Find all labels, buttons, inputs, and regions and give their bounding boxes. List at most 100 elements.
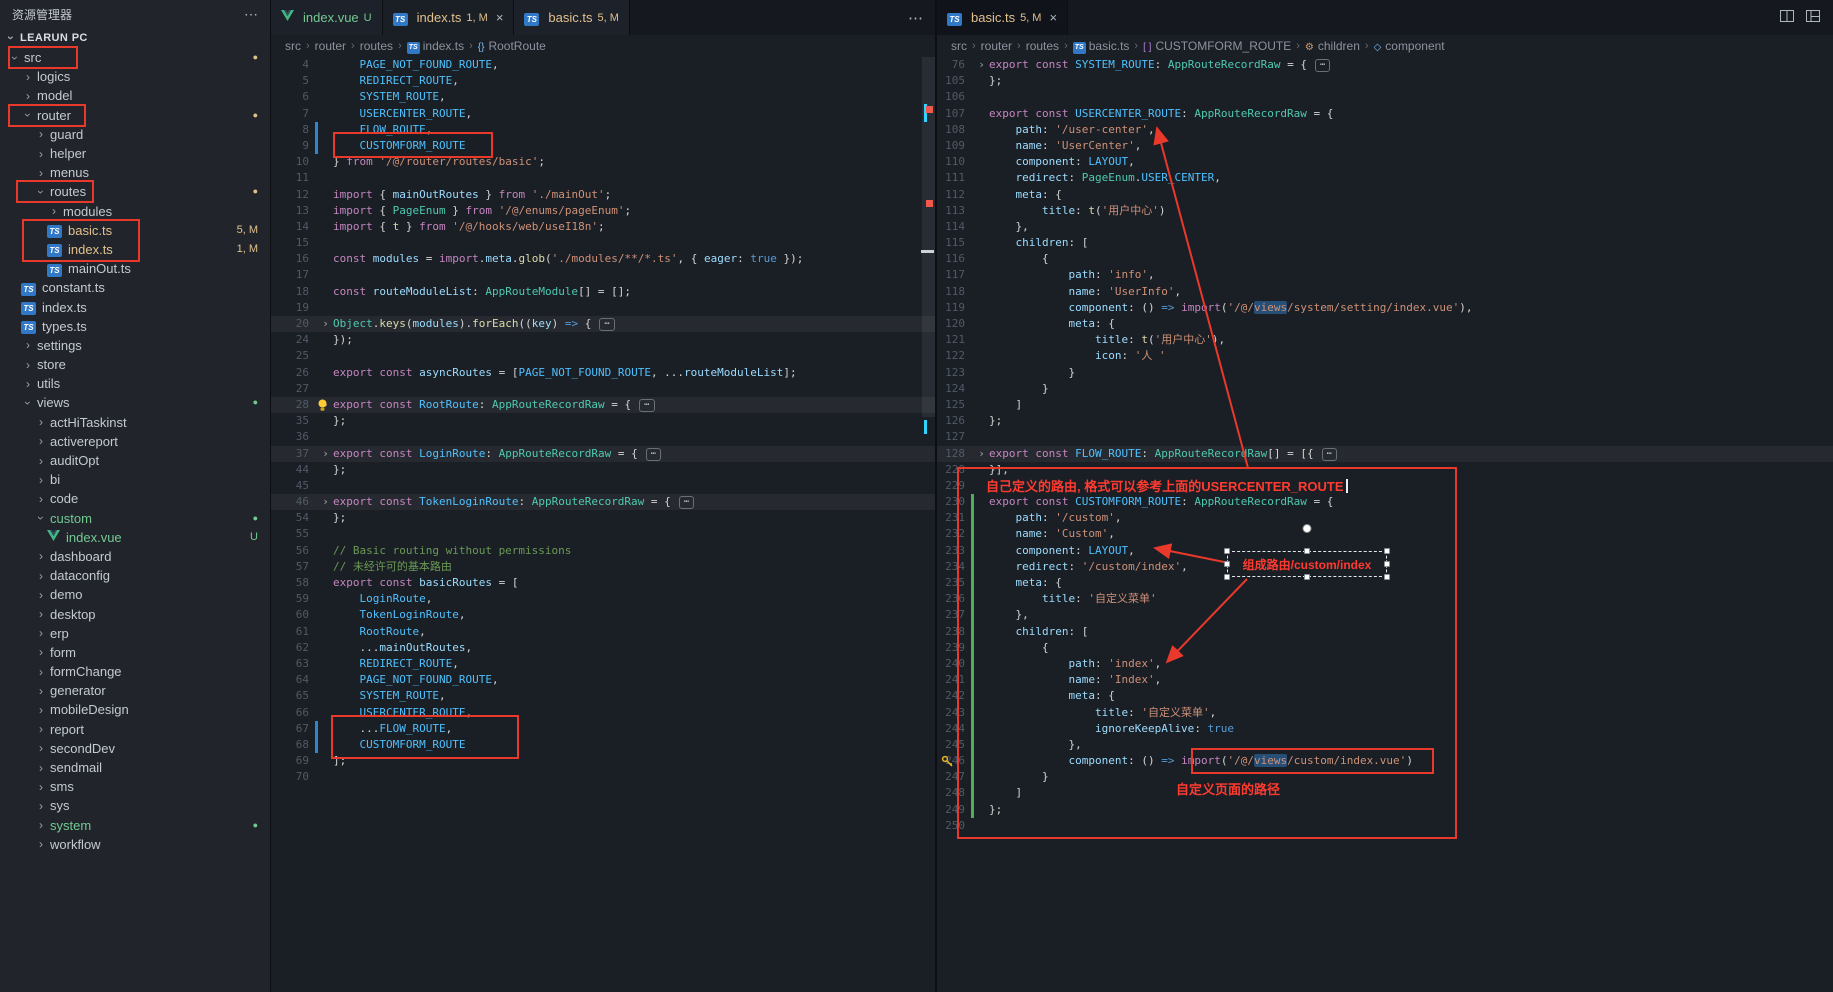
split-editor-icon[interactable] (1779, 8, 1795, 28)
tree-item-report[interactable]: ›report (0, 720, 270, 739)
tree-item-model[interactable]: ›model (0, 86, 270, 105)
code-line[interactable]: 121 title: t('用户中心'), (937, 332, 1833, 348)
code-editor-right[interactable]: 76›export const SYSTEM_ROUTE: AppRouteRe… (937, 57, 1833, 992)
tree-item-types.ts[interactable]: TStypes.ts (0, 317, 270, 336)
code-line[interactable]: 236 title: '自定义菜单' (937, 591, 1833, 607)
code-line[interactable]: 66 USERCENTER_ROUTE, (271, 705, 935, 721)
code-line[interactable]: 55 (271, 526, 935, 542)
selection-handle[interactable] (1224, 548, 1230, 554)
fold-ellipsis[interactable]: ⋯ (639, 399, 654, 412)
code-line[interactable]: 245 }, (937, 737, 1833, 753)
code-line[interactable]: 113 title: t('用户中心') (937, 203, 1833, 219)
code-line[interactable]: 12import { mainOutRoutes } from './mainO… (271, 187, 935, 203)
close-icon[interactable]: × (1049, 10, 1057, 25)
code-editor-mid[interactable]: 4 PAGE_NOT_FOUND_ROUTE,5 REDIRECT_ROUTE,… (271, 57, 935, 992)
code-line[interactable]: 115 children: [ (937, 235, 1833, 251)
code-line[interactable]: 14import { t } from '/@/hooks/web/useI18… (271, 219, 935, 235)
code-line[interactable]: 123 } (937, 365, 1833, 381)
code-line[interactable]: 126}; (937, 413, 1833, 429)
tree-item-activereport[interactable]: ›activereport (0, 432, 270, 451)
code-line[interactable]: 248 ] (937, 785, 1833, 801)
tree-item-form[interactable]: ›form (0, 643, 270, 662)
project-root-row[interactable]: › LEARUN PC (0, 28, 270, 48)
code-line[interactable]: 35}; (271, 413, 935, 429)
selection-handle[interactable] (1384, 574, 1390, 580)
breadcrumb-item-CUSTOMFORM_ROUTE[interactable]: [ ]CUSTOMFORM_ROUTE (1143, 39, 1291, 53)
tree-item-router[interactable]: ›router● (0, 106, 270, 125)
tree-item-index.ts[interactable]: TSindex.ts1, M (0, 240, 270, 259)
tree-item-workflow[interactable]: ›workflow (0, 835, 270, 854)
tab-index.vue[interactable]: index.vueU (271, 0, 383, 35)
tab-index.ts[interactable]: TSindex.ts1, M× (383, 0, 515, 35)
code-line[interactable]: 250 (937, 818, 1833, 834)
code-line[interactable]: 110 component: LAYOUT, (937, 154, 1833, 170)
tree-item-views[interactable]: ›views● (0, 393, 270, 412)
code-line[interactable]: 62 ...mainOutRoutes, (271, 640, 935, 656)
tree-item-dashboard[interactable]: ›dashboard (0, 547, 270, 566)
breadcrumb-item-basic.ts[interactable]: TSbasic.ts (1073, 38, 1130, 54)
code-line[interactable]: 124 } (937, 381, 1833, 397)
code-line[interactable]: 54}; (271, 510, 935, 526)
selection-handle[interactable] (1304, 548, 1310, 554)
code-line[interactable]: 8 FLOW_ROUTE, (271, 122, 935, 138)
code-line[interactable]: 10} from '/@/router/routes/basic'; (271, 154, 935, 170)
code-line[interactable]: 63 REDIRECT_ROUTE, (271, 656, 935, 672)
tree-item-utils[interactable]: ›utils (0, 374, 270, 393)
code-line[interactable]: 249}; (937, 802, 1833, 818)
code-line[interactable]: 60 TokenLoginRoute, (271, 607, 935, 623)
fold-ellipsis[interactable]: ⋯ (1315, 59, 1330, 72)
code-line[interactable]: 45 (271, 478, 935, 494)
code-line[interactable]: 15 (271, 235, 935, 251)
annotation-textbox[interactable]: 组成路由/custom/index (1227, 551, 1387, 577)
code-line[interactable]: 69]; (271, 753, 935, 769)
code-line[interactable]: 58export const basicRoutes = [ (271, 575, 935, 591)
code-line[interactable]: 26export const asyncRoutes = [PAGE_NOT_F… (271, 365, 935, 381)
code-line[interactable]: 18const routeModuleList: AppRouteModule[… (271, 284, 935, 300)
tree-item-generator[interactable]: ›generator (0, 681, 270, 700)
code-line[interactable]: 11 (271, 170, 935, 186)
code-line[interactable]: 16const modules = import.meta.glob('./mo… (271, 251, 935, 267)
code-line[interactable]: 17 (271, 267, 935, 283)
code-line[interactable]: 56// Basic routing without permissions (271, 543, 935, 559)
code-line[interactable]: 65 SYSTEM_ROUTE, (271, 688, 935, 704)
tree-item-basic.ts[interactable]: TSbasic.ts5, M (0, 221, 270, 240)
code-line[interactable]: 120 meta: { (937, 316, 1833, 332)
code-line[interactable]: 231 path: '/custom', (937, 510, 1833, 526)
breadcrumb-item-children[interactable]: ⚙children (1305, 39, 1360, 53)
breadcrumb-item-routes[interactable]: routes (1026, 39, 1059, 53)
code-line[interactable]: 117 path: 'info', (937, 267, 1833, 283)
tree-item-modules[interactable]: ›modules (0, 202, 270, 221)
code-line[interactable]: 76›export const SYSTEM_ROUTE: AppRouteRe… (937, 57, 1833, 73)
tree-item-helper[interactable]: ›helper (0, 144, 270, 163)
code-line[interactable]: 37›export const LoginRoute: AppRouteReco… (271, 446, 935, 462)
tree-item-sys[interactable]: ›sys (0, 796, 270, 815)
tree-item-auditOpt[interactable]: ›auditOpt (0, 451, 270, 470)
code-line[interactable]: 112 meta: { (937, 187, 1833, 203)
code-line[interactable]: 127 (937, 429, 1833, 445)
code-line[interactable]: 241 name: 'Index', (937, 672, 1833, 688)
tree-item-store[interactable]: ›store (0, 355, 270, 374)
tree-item-dataconfig[interactable]: ›dataconfig (0, 566, 270, 585)
code-line[interactable]: 246 component: () => import('/@/views/cu… (937, 753, 1833, 769)
code-line[interactable]: 239 { (937, 640, 1833, 656)
code-line[interactable]: 119 component: () => import('/@/views/sy… (937, 300, 1833, 316)
tree-item-secondDev[interactable]: ›secondDev (0, 739, 270, 758)
code-line[interactable]: 57// 未经许可的基本路由 (271, 559, 935, 575)
more-actions-icon[interactable]: ⋯ (908, 9, 923, 27)
tree-item-demo[interactable]: ›demo (0, 585, 270, 604)
code-line[interactable]: 108 path: '/user-center', (937, 122, 1833, 138)
code-line[interactable]: 109 name: 'UserCenter', (937, 138, 1833, 154)
code-line[interactable]: 27 (271, 381, 935, 397)
tree-item-code[interactable]: ›code (0, 489, 270, 508)
code-line[interactable]: 244 ignoreKeepAlive: true (937, 721, 1833, 737)
selection-handle[interactable] (1224, 561, 1230, 567)
code-line[interactable]: 6 SYSTEM_ROUTE, (271, 89, 935, 105)
fold-ellipsis[interactable]: ⋯ (646, 448, 661, 461)
code-line[interactable]: 70 (271, 769, 935, 785)
code-line[interactable]: 61 RootRoute, (271, 624, 935, 640)
code-line[interactable]: 118 name: 'UserInfo', (937, 284, 1833, 300)
tab-basic.ts[interactable]: TSbasic.ts5, M (514, 0, 629, 35)
code-line[interactable]: 68 CUSTOMFORM_ROUTE (271, 737, 935, 753)
tree-item-bi[interactable]: ›bi (0, 470, 270, 489)
code-line[interactable]: 13import { PageEnum } from '/@/enums/pag… (271, 203, 935, 219)
